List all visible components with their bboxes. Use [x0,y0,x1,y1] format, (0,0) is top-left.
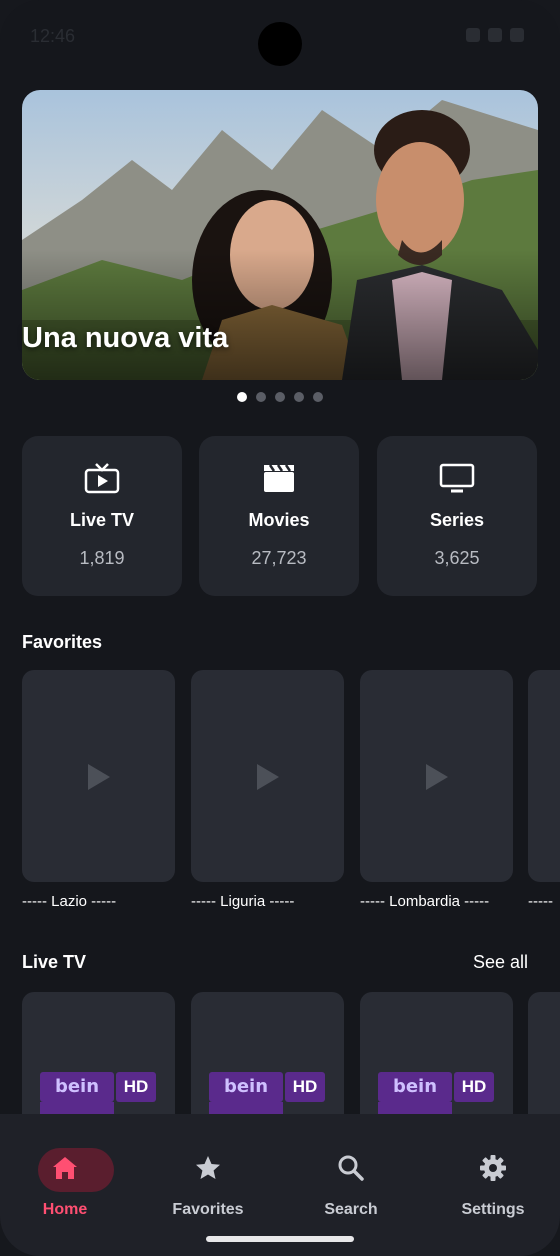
category-card-series[interactable]: Series 3,625 [377,436,537,596]
nav-label: Search [324,1201,378,1218]
tv-icon [84,463,120,494]
hero-title: Una nuova vita [22,322,229,354]
channel-logo: bein HD [40,1072,156,1114]
category-label: Movies [248,510,310,530]
favorite-label: ----- Liguria ----- [191,893,295,910]
carousel-dot[interactable] [294,392,304,402]
signal-icon [488,28,502,42]
carousel-indicator [0,392,560,402]
status-time: 12:46 [30,26,76,46]
favorite-card[interactable] [191,670,344,882]
nav-item-settings[interactable]: Settings [438,1132,548,1219]
live-tv-section-title: Live TV [22,952,87,972]
hd-badge: HD [116,1072,156,1102]
category-count: 1,819 [79,548,125,568]
app-screen: 12:46 Una nuova vita Live TV 1,819 Movie… [0,0,560,1256]
carousel-dot[interactable] [313,392,323,402]
favorite-label: ----- Lombardia ----- [360,893,490,910]
play-icon [257,764,279,790]
nav-item-favorites[interactable]: Favorites [153,1132,263,1219]
gear-icon [480,1155,506,1181]
channel-logo-mark: bein [40,1072,114,1102]
favorite-label: ----- Lazio ----- [22,893,117,910]
nav-label: Settings [461,1201,525,1218]
nav-label: Favorites [172,1201,244,1218]
live-channel-card[interactable]: bein HD [191,992,344,1132]
live-channel-card[interactable]: bein HD [22,992,175,1132]
play-icon [88,764,110,790]
favorites-section-title: Favorites [22,632,103,652]
status-bar: 12:46 [0,0,560,80]
channel-logo-mark: bein [378,1072,452,1102]
camera-cutout [258,22,302,66]
category-card-movies[interactable]: Movies 27,723 [199,436,359,596]
channel-logo-sub [209,1102,283,1114]
channel-logo-mark: bein [209,1072,283,1102]
favorite-card[interactable] [22,670,175,882]
carousel-dot[interactable] [237,392,247,402]
category-label: Series [429,510,485,530]
live-channel-card[interactable]: bein HD [360,992,513,1132]
play-icon [426,764,448,790]
category-label: Live TV [69,510,135,530]
star-icon [196,1156,220,1179]
carousel-dot[interactable] [275,392,285,402]
category-count: 3,625 [434,548,480,568]
gesture-home-bar[interactable] [206,1236,354,1242]
status-icons [466,28,524,42]
category-count: 27,723 [251,548,307,568]
clapperboard-icon [264,464,294,492]
home-icon [53,1157,77,1179]
bottom-navigation: Home Favorites Search Settings [0,1114,560,1256]
channel-logo-sub [40,1102,114,1114]
channel-logo-sub [378,1102,452,1114]
category-card-live-tv[interactable]: Live TV 1,819 [22,436,182,596]
carousel-dot[interactable] [256,392,266,402]
monitor-icon [439,463,475,493]
see-all-link[interactable]: See all [473,952,528,973]
favorite-card[interactable] [528,670,560,882]
favorite-label: ----- [528,893,553,910]
battery-icon [510,28,524,42]
nav-item-home[interactable]: Home [10,1132,120,1219]
search-icon [338,1155,364,1181]
favorite-card[interactable] [360,670,513,882]
live-channel-card[interactable] [528,992,560,1132]
channel-logo: bein HD [378,1072,494,1114]
hd-badge: HD [454,1072,494,1102]
wifi-icon [466,28,480,42]
nav-label: Home [42,1201,88,1218]
channel-logo: bein HD [209,1072,325,1114]
hd-badge: HD [285,1072,325,1102]
nav-item-search[interactable]: Search [296,1132,406,1219]
